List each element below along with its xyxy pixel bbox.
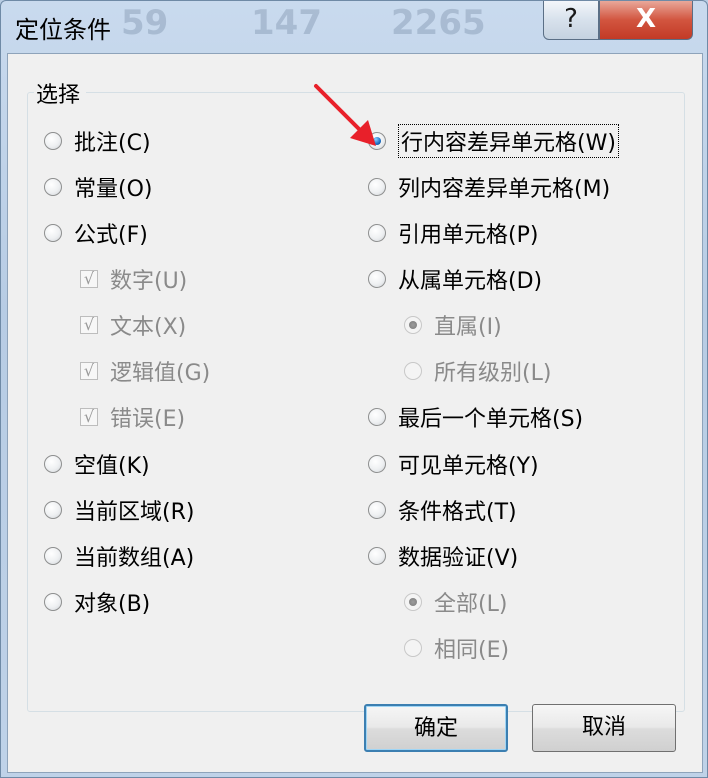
checkbox-icon: √ <box>80 408 98 426</box>
option-label: 对象(B) <box>74 592 151 617</box>
left-option-4: √ 文本(X) <box>80 308 186 342</box>
radio-icon[interactable] <box>368 178 386 196</box>
right-option-8[interactable]: 条件格式(T) <box>368 493 517 527</box>
close-icon: X <box>635 4 657 34</box>
radio-icon[interactable] <box>368 270 386 288</box>
close-button[interactable]: X <box>599 1 693 40</box>
radio-icon[interactable] <box>44 455 62 473</box>
option-label: 引用单元格(P) <box>398 223 539 248</box>
option-label: 相同(E) <box>434 638 510 663</box>
checkbox-icon: √ <box>80 316 98 334</box>
right-option-4: 直属(I) <box>404 308 502 342</box>
right-option-9[interactable]: 数据验证(V) <box>368 539 518 573</box>
go-to-special-dialog: 59 147 2265 定位条件 ? X 选择 批注(C) 常量(O) 公式(F) √… <box>0 0 708 778</box>
help-button[interactable]: ? <box>543 1 599 40</box>
option-label: 当前区域(R) <box>74 500 195 525</box>
option-label: 数字(U) <box>110 269 188 294</box>
left-option-9[interactable]: 当前数组(A) <box>44 539 194 573</box>
red-arrow-icon <box>314 84 376 146</box>
background-ghost-text: 2265 <box>391 3 486 43</box>
radio-icon <box>404 316 422 334</box>
left-option-7[interactable]: 空值(K) <box>44 447 150 481</box>
checkbox-icon: √ <box>80 270 98 288</box>
radio-icon[interactable] <box>368 224 386 242</box>
radio-icon[interactable] <box>44 178 62 196</box>
radio-icon <box>404 593 422 611</box>
group-label: 选择 <box>34 77 87 109</box>
right-option-0[interactable]: 行内容差异单元格(W) <box>368 124 619 158</box>
left-option-5: √ 逻辑值(G) <box>80 354 210 388</box>
radio-icon[interactable] <box>44 547 62 565</box>
option-label: 最后一个单元格(S) <box>398 407 584 432</box>
option-label: 常量(O) <box>74 177 153 202</box>
radio-icon <box>404 362 422 380</box>
right-option-7[interactable]: 可见单元格(Y) <box>368 447 539 481</box>
right-option-11: 相同(E) <box>404 631 509 665</box>
left-option-6: √ 错误(E) <box>80 400 185 434</box>
option-label: 批注(C) <box>74 131 151 156</box>
right-option-5: 所有级别(L) <box>404 354 551 388</box>
option-label: 从属单元格(D) <box>398 269 543 294</box>
radio-icon[interactable] <box>368 547 386 565</box>
radio-icon[interactable] <box>368 408 386 426</box>
left-option-0[interactable]: 批注(C) <box>44 124 151 158</box>
option-label: 所有级别(L) <box>434 361 552 386</box>
left-option-3: √ 数字(U) <box>80 262 187 296</box>
radio-icon[interactable] <box>368 501 386 519</box>
right-option-6[interactable]: 最后一个单元格(S) <box>368 400 583 434</box>
option-label: 直属(I) <box>434 315 502 340</box>
option-label: 当前数组(A) <box>74 546 195 571</box>
left-option-1[interactable]: 常量(O) <box>44 170 152 204</box>
option-label: 文本(X) <box>110 315 187 340</box>
dialog-body: 选择 批注(C) 常量(O) 公式(F) √ 数字(U) √ 文本(X) √ 逻辑值(G) √ 错误… <box>7 53 703 773</box>
dialog-title: 定位条件 <box>15 16 111 44</box>
background-ghost-text: 147 <box>251 3 322 43</box>
option-label: 公式(F) <box>74 223 148 248</box>
option-label: 可见单元格(Y) <box>398 454 539 479</box>
option-label: 错误(E) <box>110 407 186 432</box>
option-label: 列内容差异单元格(M) <box>398 177 611 202</box>
option-label: 逻辑值(G) <box>110 361 211 386</box>
right-option-1[interactable]: 列内容差异单元格(M) <box>368 170 610 204</box>
right-option-2[interactable]: 引用单元格(P) <box>368 216 538 250</box>
right-option-3[interactable]: 从属单元格(D) <box>368 262 542 296</box>
checkbox-icon: √ <box>80 362 98 380</box>
ok-button[interactable]: 确定 <box>364 704 508 752</box>
background-ghost-text: 59 <box>121 3 169 43</box>
help-icon: ? <box>564 4 578 34</box>
right-option-10: 全部(L) <box>404 585 507 619</box>
radio-icon[interactable] <box>44 593 62 611</box>
option-label: 数据验证(V) <box>398 546 519 571</box>
radio-icon[interactable] <box>44 132 62 150</box>
left-option-10[interactable]: 对象(B) <box>44 585 150 619</box>
radio-icon[interactable] <box>44 501 62 519</box>
title-bar[interactable]: 59 147 2265 定位条件 ? X <box>1 1 707 53</box>
option-label: 空值(K) <box>74 454 150 479</box>
option-label: 行内容差异单元格(W) <box>398 124 619 158</box>
radio-icon[interactable] <box>368 455 386 473</box>
option-label: 全部(L) <box>434 592 508 617</box>
left-option-2[interactable]: 公式(F) <box>44 216 148 250</box>
radio-icon[interactable] <box>44 224 62 242</box>
radio-icon <box>404 639 422 657</box>
left-option-8[interactable]: 当前区域(R) <box>44 493 194 527</box>
option-label: 条件格式(T) <box>398 500 517 525</box>
cancel-button[interactable]: 取消 <box>532 704 676 752</box>
